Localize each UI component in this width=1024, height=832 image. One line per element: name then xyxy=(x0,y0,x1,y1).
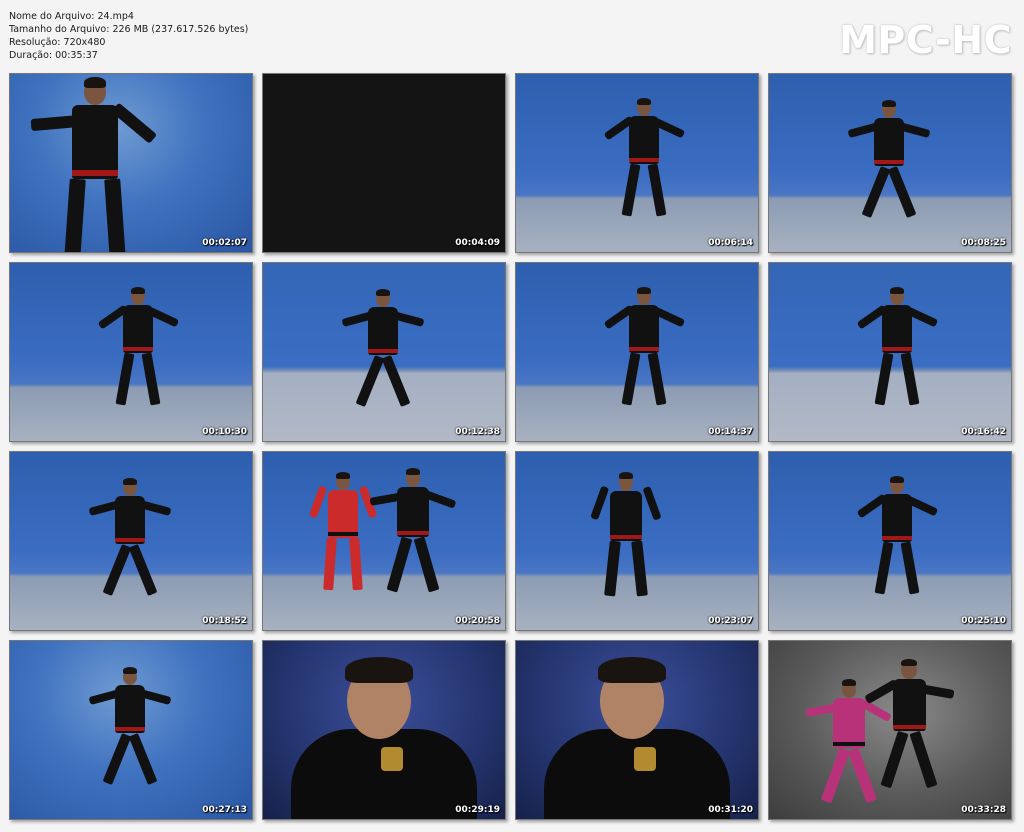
video-thumbnail[interactable]: 00:18:52 xyxy=(9,451,253,631)
portrait-figure xyxy=(516,641,758,819)
thumbnail-timestamp: 00:08:25 xyxy=(961,238,1006,248)
video-thumbnail[interactable]: 00:25:10 xyxy=(768,451,1012,631)
thumbnail-timestamp: 00:27:13 xyxy=(202,805,247,815)
video-thumbnail[interactable]: 00:04:09 xyxy=(262,73,506,253)
thumbnail-frame xyxy=(263,452,505,630)
thumbnail-frame xyxy=(10,641,252,819)
thumbnail-frame xyxy=(769,641,1011,819)
video-thumbnail[interactable]: 00:33:28 xyxy=(768,640,1012,820)
file-info: Nome do Arquivo: 24.mp4 Tamanho do Arqui… xyxy=(9,10,248,62)
martial-artist-figure xyxy=(769,452,1011,630)
file-name: Nome do Arquivo: 24.mp4 xyxy=(9,11,134,22)
thumbnail-timestamp: 00:12:38 xyxy=(455,427,500,437)
martial-artist-figure xyxy=(516,452,758,630)
video-thumbnail[interactable]: 00:16:42 xyxy=(768,262,1012,442)
thumbnail-frame xyxy=(263,641,505,819)
thumbnail-timestamp: 00:14:37 xyxy=(708,427,753,437)
video-thumbnail[interactable]: 00:31:20 xyxy=(515,640,759,820)
thumbnail-frame xyxy=(10,452,252,630)
thumbnail-frame xyxy=(516,263,758,441)
video-thumbnail[interactable]: 00:06:14 xyxy=(515,73,759,253)
file-resolution: Resolução: 720x480 xyxy=(9,37,106,48)
thumbnail-frame xyxy=(769,263,1011,441)
martial-artist-figure xyxy=(10,263,252,441)
video-thumbnail[interactable]: 00:14:37 xyxy=(515,262,759,442)
martial-artist-figure xyxy=(263,263,505,441)
thumbnail-timestamp: 00:31:20 xyxy=(708,805,753,815)
thumbnail-frame xyxy=(263,74,505,252)
thumbnail-frame xyxy=(10,263,252,441)
thumbnail-timestamp: 00:06:14 xyxy=(708,238,753,248)
file-size: Tamanho do Arquivo: 226 MB (237.617.526 … xyxy=(9,24,249,35)
mpc-hc-logo: MPC-HC xyxy=(839,18,1012,62)
thumbnail-frame xyxy=(769,452,1011,630)
thumbnail-timestamp: 00:18:52 xyxy=(202,616,247,626)
thumbnail-frame xyxy=(516,452,758,630)
thumbnail-timestamp: 00:23:07 xyxy=(708,616,753,626)
video-thumbnail[interactable]: 00:02:07 xyxy=(9,73,253,253)
martial-artist-figure xyxy=(10,74,252,252)
file-duration: Duração: 00:35:37 xyxy=(9,50,98,61)
video-thumbnail[interactable]: 00:23:07 xyxy=(515,451,759,631)
thumbnail-timestamp: 00:02:07 xyxy=(202,238,247,248)
thumbnail-frame xyxy=(516,74,758,252)
video-thumbnail[interactable]: 00:29:19 xyxy=(262,640,506,820)
thumbnail-frame xyxy=(516,641,758,819)
video-thumbnail[interactable]: 00:20:58 xyxy=(262,451,506,631)
martial-artist-figure xyxy=(769,263,1011,441)
video-thumbnail[interactable]: 00:08:25 xyxy=(768,73,1012,253)
thumbnail-frame xyxy=(769,74,1011,252)
martial-artist-figure xyxy=(516,263,758,441)
thumbnail-frame xyxy=(263,263,505,441)
thumbnail-grid: 00:02:07 00:04:09 00:06:14 00:08:25 00:10:30… xyxy=(9,73,1015,823)
thumbnail-timestamp: 00:29:19 xyxy=(455,805,500,815)
video-thumbnail[interactable]: 00:10:30 xyxy=(9,262,253,442)
martial-artist-figure xyxy=(263,452,505,630)
video-thumbnail[interactable]: 00:12:38 xyxy=(262,262,506,442)
video-thumbnail[interactable]: 00:27:13 xyxy=(9,640,253,820)
thumbnail-frame xyxy=(10,74,252,252)
thumbnail-timestamp: 00:25:10 xyxy=(961,616,1006,626)
thumbnail-timestamp: 00:10:30 xyxy=(202,427,247,437)
martial-artist-figure xyxy=(769,74,1011,252)
portrait-figure xyxy=(263,641,505,819)
thumbnail-timestamp: 00:20:58 xyxy=(455,616,500,626)
martial-artist-figure xyxy=(10,641,252,819)
thumbnail-timestamp: 00:16:42 xyxy=(961,427,1006,437)
martial-artist-figure xyxy=(10,452,252,630)
thumbnail-timestamp: 00:33:28 xyxy=(961,805,1006,815)
martial-artist-figure xyxy=(769,641,1011,819)
thumbnail-timestamp: 00:04:09 xyxy=(455,238,500,248)
martial-artist-figure xyxy=(516,74,758,252)
